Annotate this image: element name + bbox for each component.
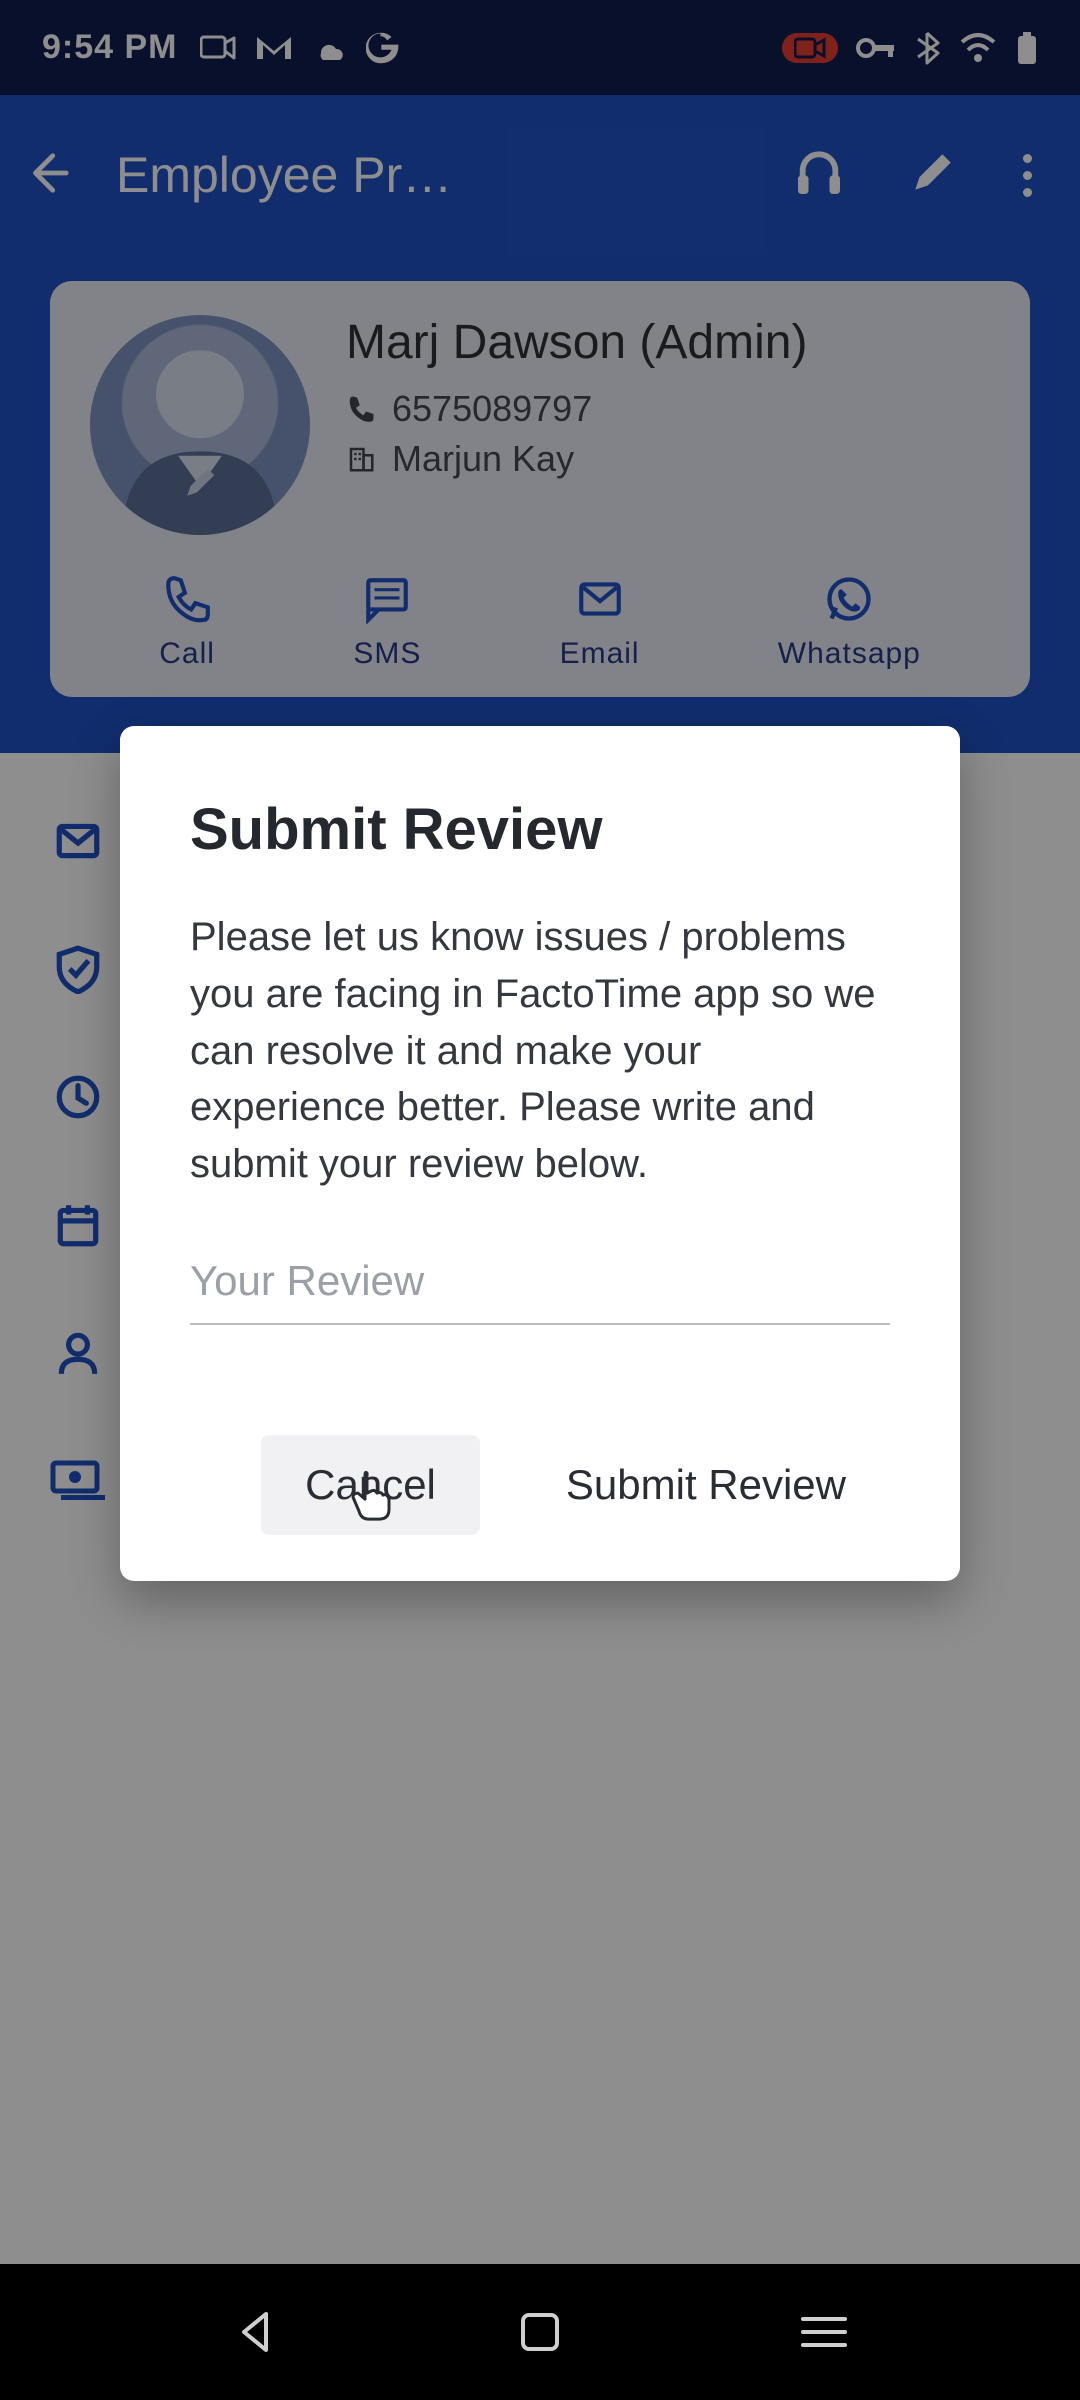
nav-back-button[interactable] [228, 2304, 284, 2360]
dialog-title: Submit Review [190, 796, 890, 863]
review-input[interactable] [190, 1247, 890, 1325]
nav-home-button[interactable] [512, 2304, 568, 2360]
nav-recents-button[interactable] [796, 2304, 852, 2360]
nav-recents-icon [801, 2317, 847, 2347]
submit-review-dialog: Submit Review Please let us know issues … [120, 726, 960, 1581]
cursor-pointer-icon [347, 1467, 395, 1533]
nav-home-icon [521, 2313, 559, 2351]
cancel-button[interactable]: Cancel [261, 1435, 480, 1535]
nav-back-icon [236, 2310, 276, 2354]
submit-review-button[interactable]: Submit Review [522, 1435, 890, 1535]
android-nav-bar [0, 2264, 1080, 2400]
dialog-body: Please let us know issues / problems you… [190, 909, 890, 1193]
submit-button-label: Submit Review [566, 1461, 846, 1508]
